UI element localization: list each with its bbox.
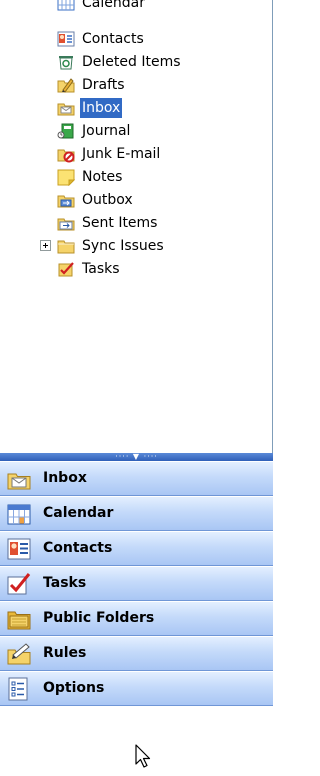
tree-item-calendar[interactable]: Calendar: [0, 0, 273, 14]
tree-item-label: Tasks: [82, 261, 120, 277]
nav-button-contacts[interactable]: Contacts: [0, 531, 273, 566]
tree-item-label: Notes: [82, 169, 123, 185]
tree-item-junk-e-mail[interactable]: Junk E-mail: [0, 143, 273, 165]
nav-button-options[interactable]: Options: [0, 671, 273, 706]
navigation-pane: Inbox Calendar Contacts Tasks Public Fol…: [0, 461, 273, 776]
folder-icon: [57, 237, 75, 255]
tree-item-label: Drafts: [82, 77, 125, 93]
tasks-icon: [57, 260, 75, 278]
tree-item-label: Sync Issues: [82, 238, 164, 254]
nav-button-label: Options: [43, 680, 105, 696]
inbox-icon: [6, 466, 32, 492]
tree-item-deleted-items[interactable]: Deleted Items: [0, 51, 273, 73]
tree-item-drafts[interactable]: Drafts: [0, 74, 273, 96]
calendar-icon: [57, 0, 75, 12]
public-folders-icon: [6, 606, 32, 632]
options-icon: [6, 676, 32, 702]
tree-item-label: Journal: [82, 123, 131, 139]
tree-item-label: Junk E-mail: [82, 146, 161, 162]
junk-mail-icon: [57, 145, 75, 163]
pane-border: [272, 0, 273, 453]
mouse-cursor-icon: [135, 744, 153, 770]
nav-button-label: Contacts: [43, 540, 113, 556]
pane-splitter[interactable]: ···· ▼ ····: [0, 452, 273, 461]
nav-button-label: Inbox: [43, 470, 87, 486]
trash-icon: [57, 53, 75, 71]
expand-icon[interactable]: [40, 240, 51, 251]
nav-button-label: Public Folders: [43, 610, 155, 626]
tree-item-journal[interactable]: Journal: [0, 120, 273, 142]
tree-item-inbox[interactable]: Inbox: [0, 97, 273, 119]
notes-icon: [57, 168, 76, 187]
outbox-icon: [57, 191, 75, 209]
rules-icon: [6, 641, 32, 667]
tree-item-label: Calendar: [82, 0, 145, 11]
nav-button-inbox[interactable]: Inbox: [0, 461, 273, 496]
tasks-icon: [6, 571, 32, 597]
tree-item-notes[interactable]: Notes: [0, 166, 273, 188]
journal-icon: [57, 122, 75, 140]
tree-item-label: Contacts: [82, 31, 144, 47]
sent-items-icon: [57, 214, 75, 232]
tree-item-label: Deleted Items: [82, 54, 181, 70]
folder-tree: Calendar Contacts Deleted Items Drafts I…: [0, 0, 273, 453]
tree-item-contacts[interactable]: Contacts: [0, 28, 273, 50]
calendar-icon: [6, 501, 32, 527]
tree-item-label: Inbox: [80, 98, 123, 118]
tree-item-sent-items[interactable]: Sent Items: [0, 212, 273, 234]
nav-button-tasks[interactable]: Tasks: [0, 566, 273, 601]
nav-button-label: Rules: [43, 645, 87, 661]
nav-button-label: Tasks: [43, 575, 87, 591]
contacts-icon: [57, 30, 75, 48]
tree-item-label: Sent Items: [82, 215, 158, 231]
outlook-folder-pane: Calendar Contacts Deleted Items Drafts I…: [0, 0, 273, 776]
nav-button-public-folders[interactable]: Public Folders: [0, 601, 273, 636]
tree-item-sync-issues[interactable]: Sync Issues: [0, 235, 273, 257]
tree-item-label: Outbox: [82, 192, 133, 208]
nav-button-rules[interactable]: Rules: [0, 636, 273, 671]
contacts-icon: [6, 536, 32, 562]
nav-button-label: Calendar: [43, 505, 114, 521]
tree-item-tasks[interactable]: Tasks: [0, 258, 273, 280]
inbox-icon: [57, 99, 75, 117]
nav-button-calendar[interactable]: Calendar: [0, 496, 273, 531]
tree-item-outbox[interactable]: Outbox: [0, 189, 273, 211]
drafts-icon: [57, 76, 75, 94]
